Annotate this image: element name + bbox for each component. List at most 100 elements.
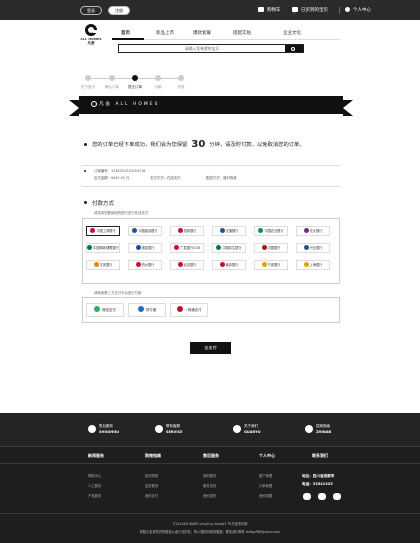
bank-name: 交通银行 xyxy=(225,229,239,233)
search-input[interactable]: 请输入您希望的宝贝 xyxy=(119,45,285,52)
bank-option[interactable]: 中国农业银行 xyxy=(254,226,288,236)
nav-home[interactable]: 首页 xyxy=(121,30,130,36)
wechat-icon[interactable] xyxy=(318,493,326,500)
bank-name: 南京银行 xyxy=(225,263,239,267)
footer-link[interactable]: 服务支持 xyxy=(203,483,216,488)
brand-ribbon: 凡舍 ALL HOMES xyxy=(69,96,353,116)
bank-logo-icon xyxy=(90,228,96,233)
nav-outfits[interactable]: 搭配实拍 xyxy=(233,30,251,36)
bank-logo-icon xyxy=(135,262,141,267)
divider xyxy=(82,165,340,166)
bank-logo-icon xyxy=(93,262,99,267)
bank-option[interactable]: 上海银行 xyxy=(296,260,330,270)
bullet xyxy=(84,170,86,172)
bank-option[interactable]: 广发银行CGB xyxy=(170,243,204,253)
bank-option[interactable]: 宁波银行 xyxy=(254,260,288,270)
bank-name: 平安银行 xyxy=(99,263,113,267)
footer-divider xyxy=(0,463,420,464)
footer-link[interactable]: 如何购物 xyxy=(145,473,158,478)
bank-logo-icon xyxy=(87,245,93,250)
step-label: 付款 xyxy=(154,85,162,89)
cmb-onenet-option[interactable]: 一网通支付 xyxy=(170,303,208,317)
bank-option[interactable]: 招商银行 xyxy=(170,226,204,236)
step-dot xyxy=(85,75,91,81)
bank-option[interactable]: 中国邮政储蓄银行 xyxy=(86,243,120,253)
bank-name: 宁波银行 xyxy=(267,263,281,267)
bank-option[interactable]: 中国建设银行 xyxy=(128,226,162,236)
nav-bestsellers[interactable]: 爆款套餐 xyxy=(193,30,211,36)
footer-link[interactable]: 人工服务 xyxy=(88,483,101,488)
step-label: 完成 xyxy=(177,85,185,89)
login-button[interactable]: 登录 xyxy=(80,6,102,15)
service-strip: 售后服务 SHOUHOU 联系客服 SERVICE 关于我们 GUANYU 招商指南 Z… xyxy=(0,413,420,447)
ribbon-tail-right xyxy=(343,100,353,116)
weibo-icon[interactable] xyxy=(333,493,341,500)
bank-name: 广发银行CGB xyxy=(180,246,200,250)
bank-option[interactable]: 中国工商银行 xyxy=(86,226,120,236)
bank-logo-icon xyxy=(174,245,180,250)
pay-button[interactable]: 去支付 xyxy=(190,342,231,354)
bank-option[interactable]: 北京银行 xyxy=(170,260,204,270)
cart-link[interactable]: 购物车 xyxy=(258,6,295,15)
step-label-current: 提交订单 xyxy=(128,85,142,89)
search-icon xyxy=(291,46,295,51)
footer-link[interactable]: 产品服务 xyxy=(88,493,101,498)
footer-link[interactable]: 我的服务 xyxy=(203,473,216,478)
footer-link[interactable]: 我的支付 xyxy=(145,493,158,498)
nav-culture[interactable]: 企业文化 xyxy=(283,30,301,36)
bank-option[interactable]: 交通银行 xyxy=(212,226,246,236)
user-icon xyxy=(345,7,350,12)
bank-name: 上海银行 xyxy=(309,263,323,267)
bought-label: 已买到的宝贝 xyxy=(301,8,328,13)
divider xyxy=(339,7,340,14)
bank-name: 北京银行 xyxy=(183,263,197,267)
contact-phone: 电话：33541325 xyxy=(302,482,333,486)
search-box: 请输入您希望的宝贝 xyxy=(118,44,304,53)
footer-link[interactable]: 送货服务 xyxy=(145,483,158,488)
cart-icon xyxy=(258,7,264,12)
footer-link[interactable]: 账户管理 xyxy=(259,473,272,478)
top-bar: 登录 注册 购物车 已买到的宝贝 个人中心 xyxy=(0,0,420,20)
bank-option[interactable]: 兴业银行 xyxy=(296,243,330,253)
order-delivery: 配送方式：普利快递 xyxy=(206,176,237,180)
bought-link[interactable]: 已买到的宝贝 xyxy=(292,6,340,15)
bank-option[interactable]: 浦发银行 xyxy=(128,243,162,253)
nav-new[interactable]: 新品上市 xyxy=(156,30,174,36)
nav-active-indicator xyxy=(112,38,144,40)
guide-icon xyxy=(305,425,313,433)
order-amount: 应付金额：¥455.00 元 xyxy=(94,176,130,180)
bank-option[interactable]: 中国银行 xyxy=(254,243,288,253)
tenpay-option[interactable]: 财付通 xyxy=(128,303,166,317)
bank-logo-icon xyxy=(135,245,141,250)
tenpay-icon xyxy=(137,306,144,312)
bank-option[interactable]: 南京银行 xyxy=(212,260,246,270)
wechat-pay-option[interactable]: 微信支付 xyxy=(86,303,124,317)
bank-logo-icon xyxy=(303,262,309,267)
bank-name: 中国民生银行 xyxy=(222,246,242,250)
bank-name: 招商银行 xyxy=(183,229,197,233)
footer-link[interactable]: 帮助中心 xyxy=(88,473,101,478)
footer-link[interactable]: 我的收藏 xyxy=(259,493,272,498)
search-button[interactable] xyxy=(285,45,303,52)
account-link[interactable]: 个人中心 xyxy=(345,6,371,15)
order-notice: 您的订单已经下单成功，我们会为您保留 30 分钟，请及时付款，以免取消您的订单。 xyxy=(92,139,305,150)
footer-col-title: 联系我们 xyxy=(312,453,328,458)
bank-option[interactable]: 杭州银行 xyxy=(128,260,162,270)
cmb-icon xyxy=(176,306,183,312)
register-button[interactable]: 注册 xyxy=(108,6,130,15)
ribbon-text: 凡舍 ALL HOMES xyxy=(99,102,160,107)
brand-logo[interactable]: ALL HOMES 凡舍 xyxy=(78,24,104,46)
bank-option[interactable]: 中国民生银行 xyxy=(212,243,246,253)
bullet xyxy=(84,201,87,204)
footer-link[interactable]: 我的退货 xyxy=(203,493,216,498)
order-number: 订单编号：1236251010254716 xyxy=(94,169,146,173)
bank-option[interactable]: 光大银行 xyxy=(296,226,330,236)
bank-logo-icon xyxy=(177,262,183,267)
bank-option[interactable]: 平安银行 xyxy=(86,260,120,270)
step-dot xyxy=(178,75,184,81)
nav-underline xyxy=(112,39,340,40)
footer-link[interactable]: 订单管理 xyxy=(259,483,272,488)
qq-icon[interactable] xyxy=(303,493,311,500)
step-dot xyxy=(155,75,161,81)
copyright: ©LELAXA WARD.ymoji by eyeag3 TR凡舍事件部 xyxy=(172,522,248,526)
